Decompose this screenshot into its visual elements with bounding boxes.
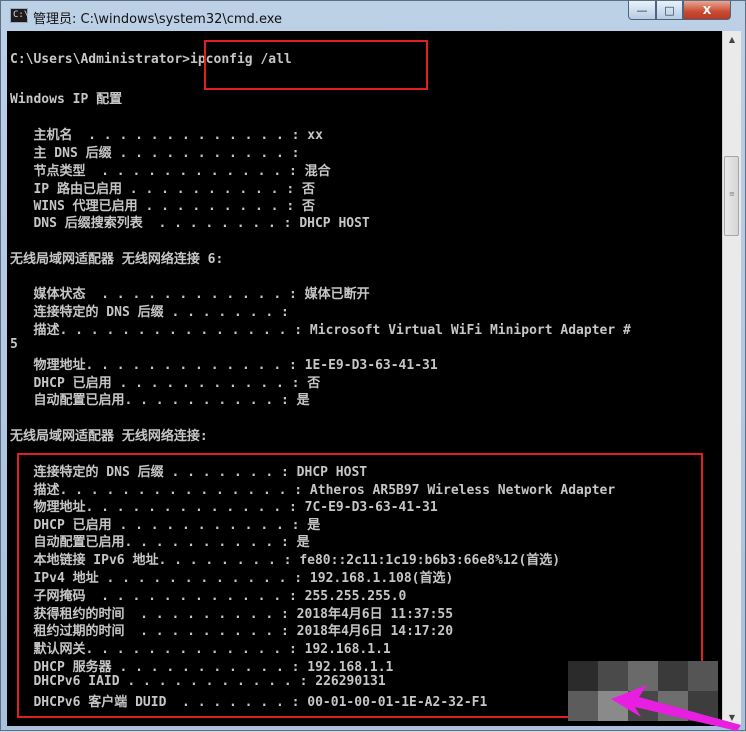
window-title: 管理员: C:\windows\system32\cmd.exe bbox=[33, 12, 282, 27]
console-line: 描述. . . . . . . . . . . . . . . : Micros… bbox=[10, 323, 631, 338]
console-line: 节点类型 . . . . . . . . . . . . : 混合 bbox=[10, 164, 331, 179]
vertical-scrollbar[interactable]: ▲ ≡ ▼ bbox=[722, 31, 741, 726]
scrollbar-thumb[interactable]: ≡ bbox=[724, 156, 739, 236]
console-line: 自动配置已启用. . . . . . . . . . : 是 bbox=[10, 393, 310, 408]
console-line: 物理地址. . . . . . . . . . . . . : 1E-E9-D3… bbox=[10, 358, 438, 373]
console-line: 主 DNS 后缀 . . . . . . . . . . . : bbox=[10, 146, 300, 161]
console-line: 无线局域网适配器 无线网络连接: bbox=[10, 429, 208, 444]
close-button[interactable]: X bbox=[683, 1, 731, 20]
console-line: 主机名 . . . . . . . . . . . . . : xx bbox=[10, 128, 323, 143]
console-line: WINS 代理已启用 . . . . . . . . . : 否 bbox=[10, 199, 315, 214]
highlight-box-command bbox=[204, 40, 428, 90]
cmd-icon-glyph: C:\ bbox=[13, 10, 30, 20]
minimize-button[interactable]: — bbox=[628, 1, 656, 20]
console-line: IP 路由已启用 . . . . . . . . . . : 否 bbox=[10, 182, 315, 197]
console-line: 5 bbox=[10, 337, 18, 352]
console-line: DHCP 已启用 . . . . . . . . . . . : 否 bbox=[10, 376, 321, 391]
title-bar[interactable]: C:\ 管理员: C:\windows\system32\cmd.exe — □… bbox=[1, 1, 745, 31]
console-line: 媒体状态 . . . . . . . . . . . . : 媒体已断开 bbox=[10, 287, 370, 302]
cmd-icon[interactable]: C:\ bbox=[10, 8, 30, 23]
console-line: Windows IP 配置 bbox=[10, 92, 123, 107]
console-line: 无线局域网适配器 无线网络连接 6: bbox=[10, 252, 224, 267]
console-line: 连接特定的 DNS 后缀 . . . . . . . : bbox=[10, 305, 289, 320]
pink-arrow-icon bbox=[611, 685, 741, 731]
console-line: DNS 后缀搜索列表 . . . . . . . . : DHCP HOST bbox=[10, 216, 370, 231]
cmd-window: C:\ 管理员: C:\windows\system32\cmd.exe — □… bbox=[0, 0, 746, 731]
scroll-up-arrow-icon[interactable]: ▲ bbox=[723, 31, 741, 48]
grip-icon: ≡ bbox=[729, 190, 735, 198]
maximize-button[interactable]: □ bbox=[656, 1, 683, 20]
